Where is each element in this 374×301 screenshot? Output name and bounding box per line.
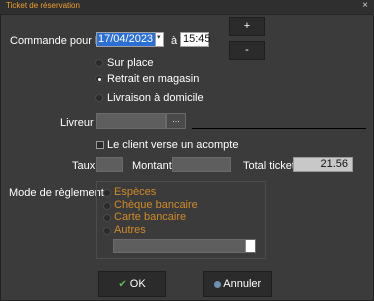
payment-autres: Autres bbox=[114, 224, 146, 236]
taux-label: Taux bbox=[72, 160, 96, 172]
cancel-button[interactable]: Annuler bbox=[203, 271, 272, 297]
montant-input[interactable] bbox=[172, 157, 231, 172]
radio-autres[interactable] bbox=[103, 227, 111, 235]
livreur-browse-button[interactable]: ... bbox=[166, 113, 186, 129]
chevron-down-icon: ▾ bbox=[157, 34, 161, 41]
payment-label: Mode de règlement bbox=[9, 187, 104, 199]
autres-select[interactable] bbox=[113, 239, 256, 253]
acompte-checkbox[interactable] bbox=[96, 141, 104, 149]
date-value: 17/04/2023 bbox=[97, 33, 155, 46]
retrait-label: Retrait en magasin bbox=[107, 73, 200, 85]
payment-especes: Espèces bbox=[114, 186, 157, 198]
radio-carte[interactable] bbox=[103, 214, 111, 222]
chevron-down-icon bbox=[245, 240, 255, 252]
radio-especes[interactable] bbox=[103, 189, 111, 197]
title-bar: Ticket de réservation × bbox=[0, 0, 374, 15]
livraison-label: Livraison à domicile bbox=[107, 92, 204, 104]
date-dropdown[interactable]: ▾ bbox=[155, 32, 164, 47]
acompte-label: Le client verse un acompte bbox=[107, 139, 239, 151]
radio-livraison[interactable] bbox=[95, 94, 103, 102]
date-input[interactable]: 17/04/2023 bbox=[96, 32, 155, 47]
ok-button[interactable]: ✔ OK bbox=[98, 271, 166, 297]
livreur-underline bbox=[192, 128, 366, 129]
minus-button[interactable]: - bbox=[229, 41, 265, 60]
sur-place-label: Sur place bbox=[107, 57, 154, 69]
total-value: 21.56 bbox=[293, 157, 353, 172]
montant-label: Montant bbox=[132, 160, 172, 172]
at-label: à bbox=[171, 35, 178, 47]
radio-sur-place[interactable] bbox=[95, 59, 103, 67]
close-icon[interactable]: × bbox=[362, 0, 368, 11]
ok-label: OK bbox=[129, 278, 146, 290]
plus-button[interactable]: + bbox=[229, 17, 265, 36]
radio-cheque[interactable] bbox=[103, 202, 111, 210]
order-date-label: Commande pour le bbox=[10, 35, 104, 47]
livreur-input[interactable] bbox=[96, 113, 166, 129]
checkmark-icon: ✔ bbox=[118, 279, 127, 290]
livreur-label: Livreur bbox=[60, 117, 94, 129]
taux-input[interactable] bbox=[96, 157, 123, 172]
cancel-label: Annuler bbox=[223, 278, 262, 290]
cancel-icon bbox=[213, 280, 221, 288]
payment-carte: Carte bancaire bbox=[114, 211, 187, 223]
total-label: Total ticket bbox=[243, 160, 295, 172]
payment-cheque: Chèque bancaire bbox=[114, 199, 198, 211]
time-input[interactable]: 15:45 bbox=[180, 32, 211, 47]
radio-retrait[interactable] bbox=[95, 75, 103, 83]
window-title: Ticket de réservation bbox=[6, 1, 80, 10]
